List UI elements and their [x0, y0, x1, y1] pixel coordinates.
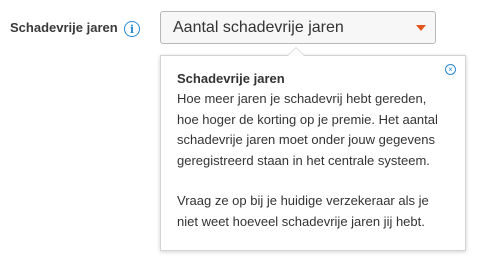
close-icon[interactable]: × — [445, 64, 456, 75]
schadevrije-jaren-select[interactable]: Aantal schadevrije jaren — [160, 11, 436, 44]
tooltip-title: Schadevrije jaren — [177, 71, 285, 86]
field-label: Schadevrije jaren — [10, 20, 118, 35]
tooltip-paragraph-2: Vraag ze op bij je huidige verzekeraar a… — [177, 193, 429, 229]
caret-down-icon — [416, 25, 426, 31]
tooltip-paragraph-1: Hoe meer jaren je schadevrij hebt gerede… — [177, 91, 438, 168]
info-icon[interactable]: i — [124, 21, 140, 37]
select-value: Aantal schadevrije jaren — [173, 18, 344, 36]
help-tooltip: × Schadevrije jaren Hoe meer jaren je sc… — [160, 47, 466, 251]
tooltip-arrow — [287, 47, 305, 56]
